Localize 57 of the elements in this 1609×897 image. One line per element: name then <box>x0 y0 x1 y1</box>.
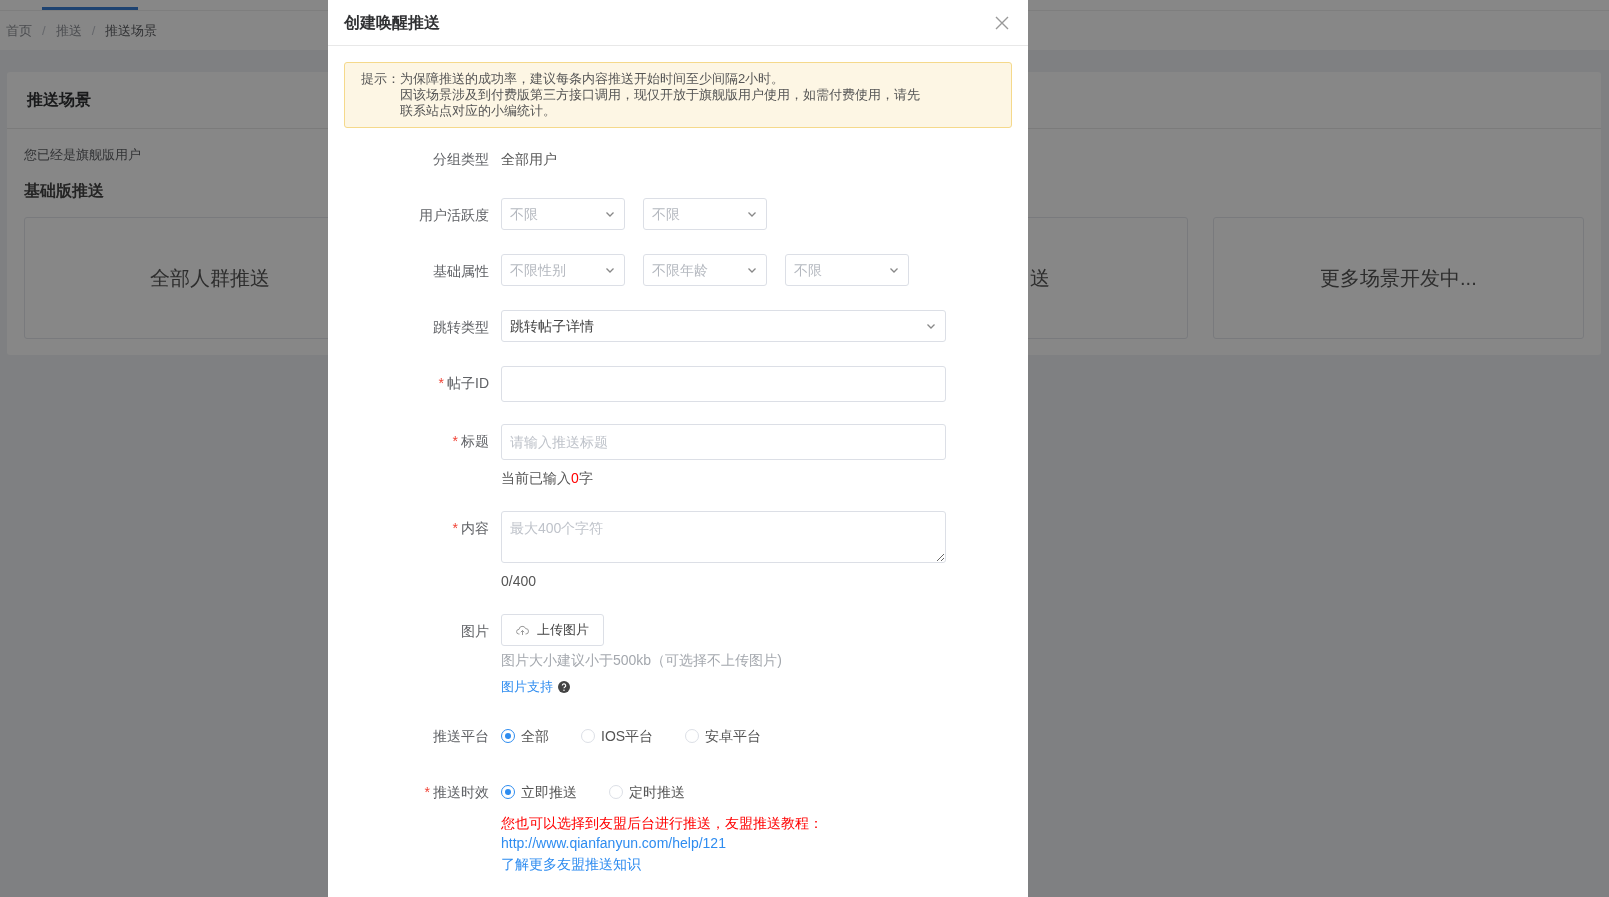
upload-hint: 图片大小建议小于500kb（可选择不上传图片) <box>501 651 783 670</box>
select-field[interactable]: 不限 <box>785 254 909 286</box>
radio-option[interactable]: 定时推送 <box>609 774 685 809</box>
warning-text: 您也可以选择到友盟后台进行推送，友盟推送教程： <box>501 813 824 833</box>
close-icon[interactable] <box>994 14 1010 31</box>
field-label: 内容 <box>461 520 489 536</box>
field-label: 标题 <box>461 433 489 449</box>
breadcrumb-separator: / <box>91 21 96 40</box>
field-label: 图片 <box>461 623 489 639</box>
upload-button[interactable]: 上传图片 <box>501 614 604 646</box>
input-field[interactable]: 请输入推送标题 <box>501 424 946 460</box>
radio-button[interactable] <box>501 784 515 799</box>
help-link[interactable]: http://www.qianfanyun.com/help/121 <box>501 832 726 854</box>
required-mark: * <box>452 520 458 536</box>
help-icon <box>558 680 570 693</box>
scene-label: 更多场景开发中... <box>1320 265 1477 291</box>
radio-option[interactable]: 立即推送 <box>501 774 577 809</box>
char-counter: 0/400 <box>501 572 538 591</box>
dialog-title: 创建唤醒推送 <box>344 12 440 33</box>
notice-label: 提示： <box>361 71 400 88</box>
select-field[interactable]: 不限性别 <box>501 254 625 286</box>
section-heading: 基础版推送 <box>24 180 105 201</box>
input-field[interactable] <box>501 366 946 402</box>
radio-option[interactable]: IOS平台 <box>581 718 654 753</box>
field-label: 推送时效 <box>433 783 489 800</box>
field-label: 帖子ID <box>447 375 489 391</box>
select-field[interactable]: 不限年龄 <box>643 254 767 286</box>
select-field[interactable]: 不限 <box>501 198 625 230</box>
radio-option[interactable]: 安卓平台 <box>685 718 762 753</box>
textarea-field[interactable]: 最大400个字符 <box>501 511 946 563</box>
account-note: 您已经是旗舰版用户 <box>24 146 141 164</box>
cloud-upload-icon <box>516 624 529 636</box>
required-mark: * <box>452 433 458 449</box>
select-field[interactable]: 不限 <box>643 198 767 230</box>
breadcrumb-link[interactable]: 推送场景 <box>105 20 158 41</box>
required-mark: * <box>424 783 430 800</box>
field-value: 全部用户 <box>501 150 558 169</box>
notice-text: 因该场景涉及到付费版第三方接口调用，现仅开放于旗舰版用户使用，如需付费使用，请先 <box>400 87 920 103</box>
radio-button[interactable] <box>501 728 515 743</box>
field-label: 推送平台 <box>433 727 489 744</box>
scene-label: 送 <box>1029 265 1050 291</box>
scene-label: 全部人群推送 <box>149 265 270 291</box>
notice-text: 为保障推送的成功率，建议每条内容推送开始时间至少间隔2小时。 <box>400 71 786 87</box>
breadcrumb-separator: / <box>42 21 46 40</box>
field-label: 跳转类型 <box>433 319 489 335</box>
radio-option[interactable]: 全部 <box>501 718 549 753</box>
field-label: 基础属性 <box>433 263 489 279</box>
image-support-link[interactable]: 图片支持 <box>501 677 553 697</box>
help-link[interactable]: 了解更多友盟推送知识 <box>501 853 641 875</box>
notice-text: 联系站点对应的小编统计。 <box>400 103 557 119</box>
field-label: 用户活跃度 <box>419 207 489 223</box>
scene-card[interactable]: 更多场景开发中... <box>1212 216 1584 339</box>
field-label: 分组类型 <box>433 151 489 167</box>
char-counter: 当前已输入0字 <box>501 469 594 488</box>
breadcrumb-link[interactable]: 推送 <box>55 20 82 41</box>
required-mark: * <box>438 375 444 391</box>
select-field[interactable]: 跳转帖子详情 <box>501 310 946 342</box>
